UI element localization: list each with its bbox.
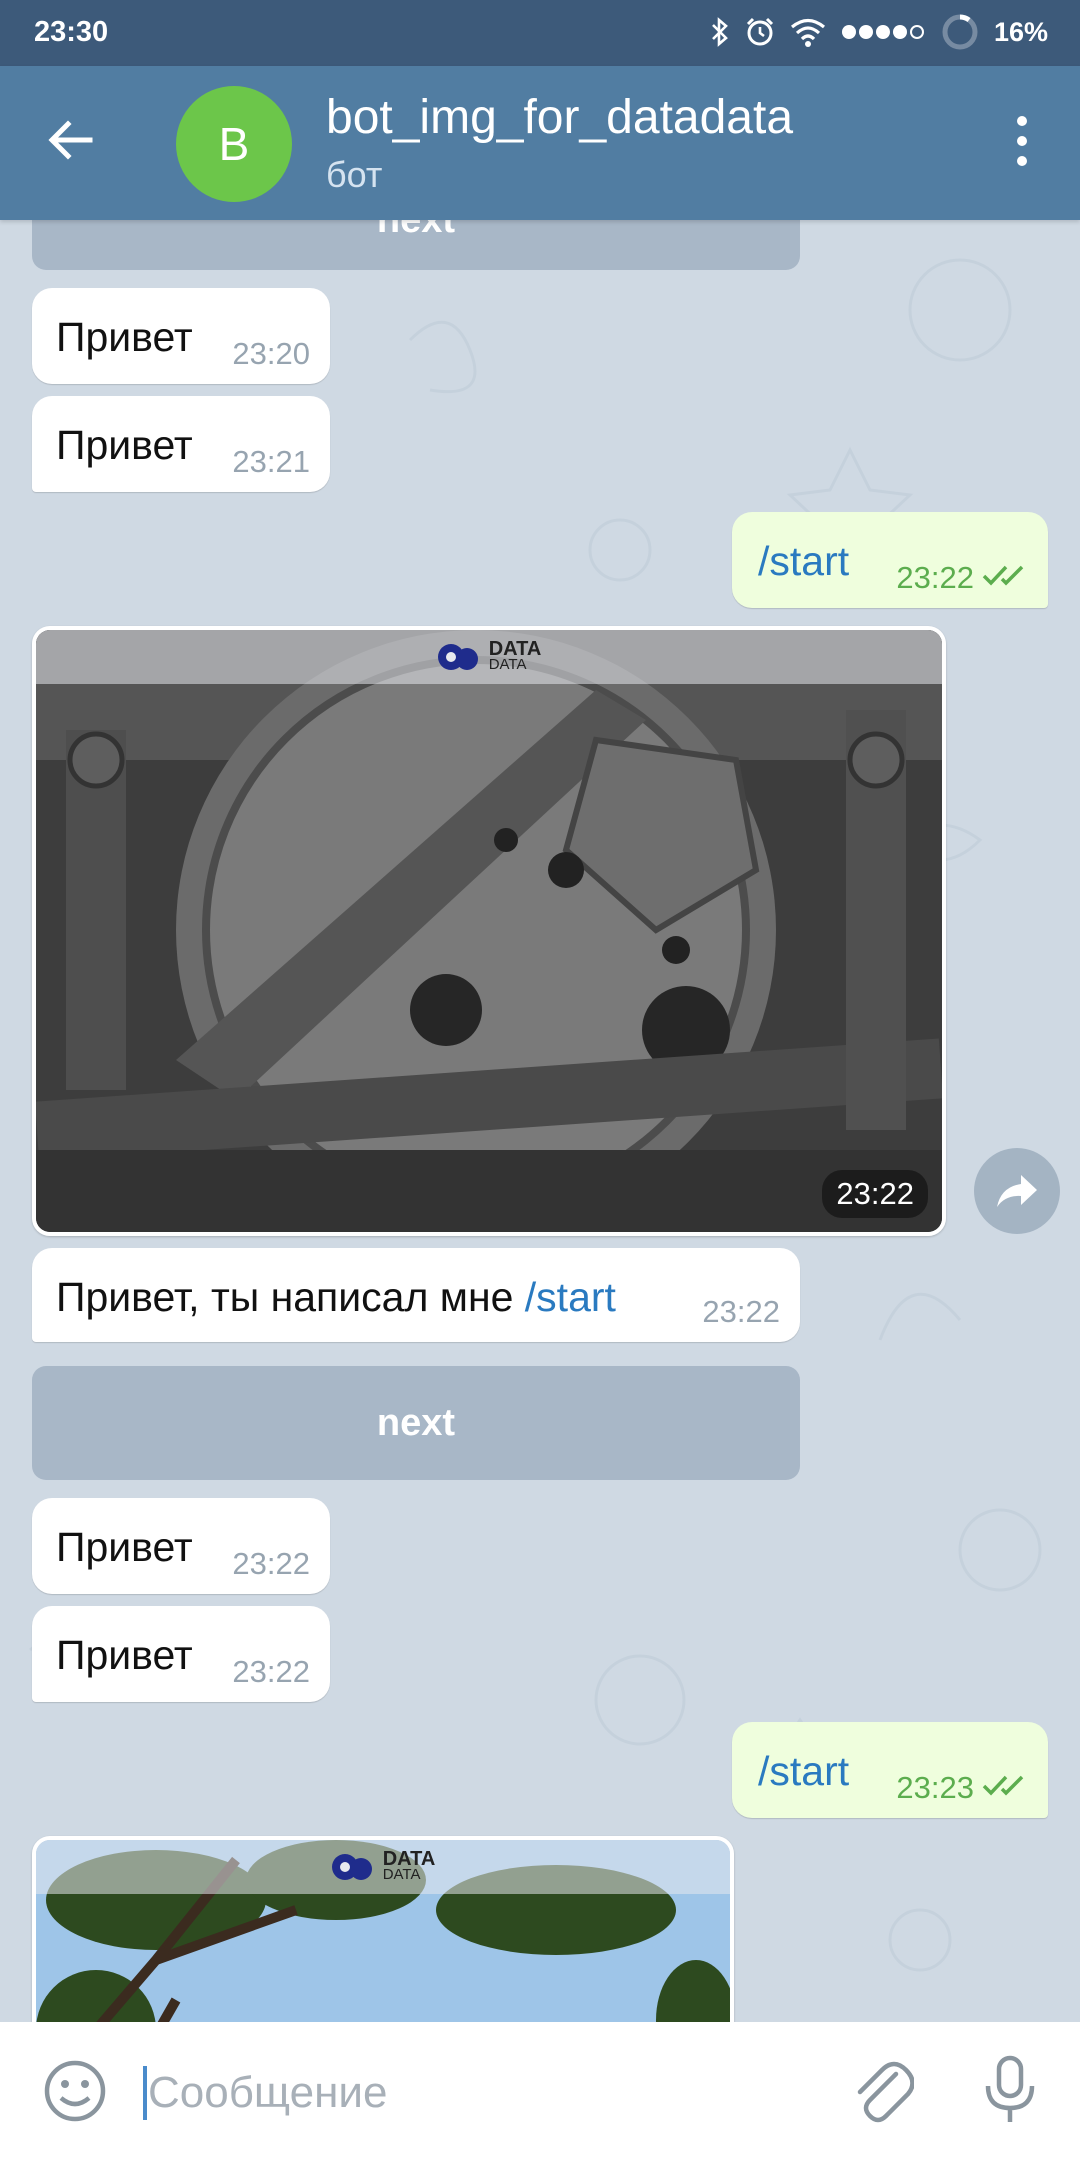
emoji-icon[interactable] — [42, 2058, 108, 2124]
message-text-prefix: Привет, ты написал мне — [56, 1274, 525, 1320]
attach-icon[interactable] — [852, 2056, 914, 2126]
message-bubble[interactable]: Привет, ты написал мне /start 23:22 — [32, 1248, 800, 1342]
status-bar: 23:30 16% — [0, 0, 1080, 66]
message-bubble[interactable]: Привет 23:22 — [32, 1498, 330, 1594]
status-time: 23:30 — [34, 16, 109, 48]
avatar[interactable]: B — [176, 86, 292, 202]
message-bubble-outgoing[interactable]: /start 23:22 — [732, 512, 1048, 608]
message-text: Привет — [56, 422, 193, 468]
battery-percent: 16% — [993, 16, 1048, 47]
signal-icon — [841, 25, 924, 39]
photo-time: 23:22 — [822, 1170, 928, 1218]
photo-watermark: DATA DATA — [36, 1840, 730, 1894]
message-bubble[interactable]: Привет 23:22 — [32, 1606, 330, 1702]
locomotive-wheel-image — [36, 630, 942, 1232]
next-button[interactable]: next — [32, 1366, 800, 1480]
message-time: 23:21 — [232, 444, 310, 479]
message-text: Привет — [56, 1632, 193, 1678]
message-time: 23:22 — [232, 1546, 310, 1581]
mic-icon[interactable] — [982, 2054, 1038, 2126]
menu-dots-icon[interactable] — [1014, 116, 1030, 176]
message-time: 23:22 — [232, 1654, 310, 1689]
message-input[interactable] — [146, 2062, 790, 2124]
chat-title[interactable]: bot_img_for_datadata — [326, 90, 793, 145]
message-text: Привет — [56, 314, 193, 360]
message-time: 23:22 — [896, 560, 974, 595]
alarm-icon — [746, 17, 774, 46]
message-bubble[interactable]: Привет 23:21 — [32, 396, 330, 492]
message-text[interactable]: /start — [758, 538, 849, 585]
message-text: Привет — [56, 1524, 193, 1570]
message-time: 23:22 — [702, 1294, 780, 1329]
share-button[interactable] — [974, 1148, 1060, 1234]
next-button-top[interactable]: next — [32, 220, 800, 270]
message-bubble-outgoing[interactable]: /start 23:23 — [732, 1722, 1048, 1818]
wifi-icon — [790, 18, 825, 47]
chat-subtitle: бот — [326, 154, 383, 195]
message-text: Привет, ты написал мне /start — [56, 1274, 616, 1321]
status-icons: 16% — [710, 12, 1048, 52]
back-arrow-icon[interactable] — [46, 116, 94, 164]
message-bubble[interactable]: Привет 23:20 — [32, 288, 330, 384]
chat-header: B bot_img_for_datadata бот — [0, 66, 1080, 220]
chat-area[interactable]: next Привет 23:20 Привет 23:21 /start 23… — [0, 220, 1080, 2022]
photo-message[interactable]: DATA DATA — [32, 1836, 734, 2022]
share-icon — [997, 1175, 1037, 1207]
message-text[interactable]: /start — [758, 1748, 849, 1795]
read-checks-icon — [982, 1775, 1024, 1796]
photo-watermark: DATA DATA — [36, 630, 942, 684]
photo-message[interactable]: DATA DATA 23:22 — [32, 626, 946, 1236]
command-link[interactable]: /start — [525, 1274, 616, 1320]
datadata-logo-icon — [331, 1854, 372, 1880]
read-checks-icon — [982, 565, 1024, 586]
message-time: 23:23 — [896, 1770, 974, 1805]
datadata-logo-icon — [437, 644, 478, 670]
bluetooth-icon — [712, 17, 728, 47]
battery-icon — [942, 14, 978, 50]
message-input-bar — [0, 2022, 1080, 2160]
message-time: 23:20 — [232, 336, 310, 371]
